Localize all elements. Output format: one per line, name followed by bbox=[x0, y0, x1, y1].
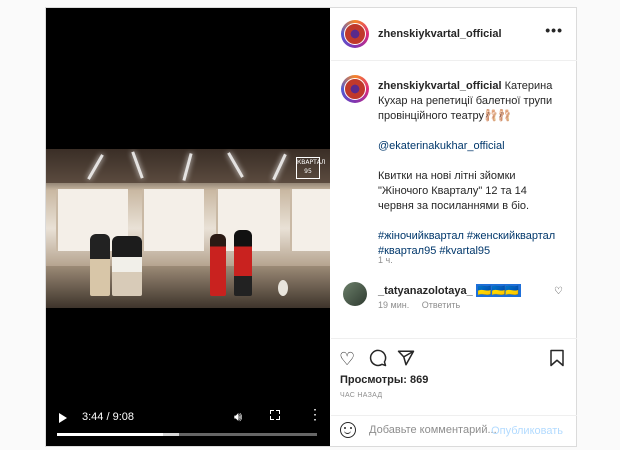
views-count[interactable]: Просмотры: 869 bbox=[340, 374, 428, 386]
comment-like-icon[interactable]: ♡ bbox=[554, 286, 563, 297]
post-sidebar: zhenskiykvartal_official ••• zhenskiykva… bbox=[331, 8, 577, 446]
video-frame[interactable]: КВАРТАЛ 95 bbox=[46, 149, 330, 308]
caption-avatar[interactable] bbox=[341, 75, 369, 103]
more-vertical-icon[interactable]: ⋮ bbox=[308, 407, 322, 421]
comment-time: 19 мин. bbox=[378, 300, 410, 310]
comment: _tatyanazolotaya_ 🇺🇦🇺🇦🇺🇦 bbox=[378, 284, 521, 297]
reply-button[interactable]: Ответить bbox=[422, 300, 460, 310]
kvartal95-logo: КВАРТАЛ 95 bbox=[296, 157, 325, 179]
caption-time: 1 ч. bbox=[378, 255, 393, 265]
publish-button[interactable]: Опубликовать bbox=[491, 425, 563, 437]
comment-icon[interactable] bbox=[369, 349, 387, 372]
emoji-icon[interactable] bbox=[340, 422, 356, 438]
caption-hashtags[interactable]: #жіночийквартал #женскийквартал #квартал… bbox=[378, 229, 564, 259]
video-progress-bar[interactable] bbox=[57, 433, 317, 436]
heart-icon[interactable]: ♡ bbox=[339, 349, 355, 370]
played-bar bbox=[57, 433, 164, 436]
post-actions: ♡ Просмотры: 869 ЧАС НАЗАД Опубликовать bbox=[331, 338, 577, 447]
comment-text: 🇺🇦🇺🇦🇺🇦 bbox=[475, 284, 521, 297]
comment-username[interactable]: _tatyanazolotaya_ bbox=[378, 285, 473, 297]
add-comment-bar: Опубликовать bbox=[331, 415, 577, 448]
video-timecode: 3:44 / 9:08 bbox=[82, 411, 135, 423]
fullscreen-icon[interactable] bbox=[270, 410, 280, 420]
more-horizontal-icon[interactable]: ••• bbox=[545, 22, 563, 38]
commenter-avatar[interactable] bbox=[343, 282, 367, 306]
post-card: КВАРТАЛ 95 3:44 / 9:08 🔊︎ ⋮ zhenskiykvar… bbox=[45, 7, 577, 447]
volume-icon[interactable]: 🔊︎ bbox=[234, 409, 242, 425]
posted-ago: ЧАС НАЗАД bbox=[340, 392, 383, 399]
video-controls: 3:44 / 9:08 🔊︎ ⋮ bbox=[46, 404, 330, 446]
caption-mention[interactable]: @ekaterinakukhar_official bbox=[378, 139, 564, 154]
caption-username[interactable]: zhenskiykvartal_official bbox=[378, 80, 502, 92]
post-header: zhenskiykvartal_official ••• bbox=[331, 8, 577, 61]
play-icon[interactable] bbox=[59, 413, 67, 423]
comment-meta: 19 мин. Ответить bbox=[378, 300, 460, 310]
author-avatar[interactable] bbox=[341, 20, 369, 48]
caption-paragraph: Квитки на нові літні зйомки "Жіночого Кв… bbox=[378, 170, 530, 212]
buffered-bar bbox=[163, 433, 180, 436]
post-caption: zhenskiykvartal_official Катерина Кухар … bbox=[378, 79, 564, 259]
bookmark-icon[interactable] bbox=[549, 349, 565, 372]
paper-plane-icon[interactable] bbox=[397, 349, 415, 372]
author-username[interactable]: zhenskiykvartal_official bbox=[378, 28, 502, 40]
video-player[interactable]: КВАРТАЛ 95 3:44 / 9:08 🔊︎ ⋮ bbox=[46, 8, 330, 446]
comment-input[interactable] bbox=[369, 424, 499, 436]
